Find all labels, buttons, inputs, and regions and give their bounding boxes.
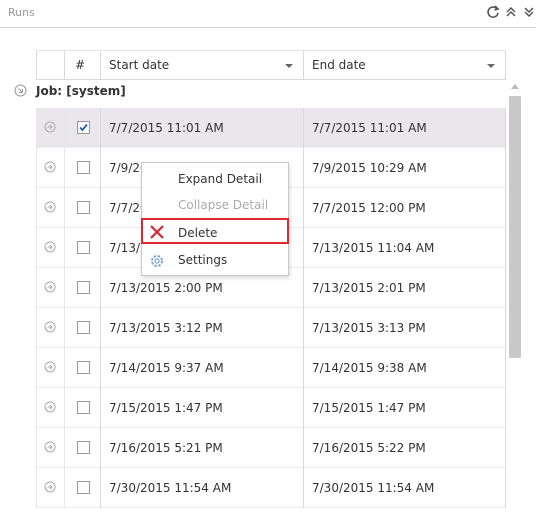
table-row[interactable]: 7/15/2015 1:47 PM 7/15/2015 1:47 PM	[36, 388, 506, 428]
row-expand-icon[interactable]	[44, 161, 56, 173]
menu-item-label: Expand Detail	[178, 172, 263, 186]
group-label: Job: [system]	[36, 84, 126, 98]
row-expand-cell[interactable]	[36, 388, 64, 428]
table-row[interactable]: 7/7/2015 11:01 AM 7/7/2015 11:01 AM	[36, 108, 506, 148]
refresh-icon[interactable]	[486, 5, 500, 19]
row-select-cell[interactable]	[64, 468, 100, 508]
row-select-cell[interactable]	[64, 268, 100, 308]
end-date-cell: 7/16/2015 5:22 PM	[303, 428, 506, 468]
expand-all-icon[interactable]	[522, 5, 536, 19]
row-select-cell[interactable]	[64, 308, 100, 348]
end-date-cell: 7/13/2015 3:13 PM	[303, 308, 506, 348]
group-expand-icon[interactable]	[14, 84, 27, 100]
menu-item-settings[interactable]: Settings	[142, 247, 288, 273]
row-expand-icon[interactable]	[44, 401, 56, 413]
row-expand-icon[interactable]	[44, 201, 56, 213]
row-expand-cell[interactable]	[36, 348, 64, 388]
row-expand-cell[interactable]	[36, 268, 64, 308]
end-date-cell: 7/13/2015 11:04 AM	[303, 228, 506, 268]
end-date-cell: 7/7/2015 11:01 AM	[303, 108, 506, 148]
row-checkbox[interactable]	[77, 401, 90, 414]
start-date-cell: 7/7/2015 11:01 AM	[100, 108, 303, 148]
end-date-cell: 7/9/2015 10:29 AM	[303, 148, 506, 188]
context-menu: Expand Detail Collapse Detail Delete Set…	[141, 162, 289, 276]
scroll-thumb[interactable]	[509, 96, 521, 358]
chevron-down-icon[interactable]	[285, 64, 293, 68]
row-select-cell[interactable]	[64, 428, 100, 468]
column-header-number[interactable]: #	[64, 51, 100, 80]
row-expand-icon[interactable]	[44, 281, 56, 293]
checkmark-icon	[79, 123, 88, 132]
end-date-cell: 7/7/2015 12:00 PM	[303, 188, 506, 228]
menu-item-label: Settings	[178, 253, 228, 267]
column-header-start-date[interactable]: Start date	[100, 51, 303, 80]
row-checkbox[interactable]	[77, 121, 90, 134]
row-expand-icon[interactable]	[44, 241, 56, 253]
menu-item-collapse-detail: Collapse Detail	[142, 192, 288, 218]
start-date-cell: 7/14/2015 9:37 AM	[100, 348, 303, 388]
table-row[interactable]: 7/13/2015 3:12 PM 7/13/2015 3:13 PM	[36, 308, 506, 348]
header-toolbar	[486, 5, 536, 19]
menu-item-label: Collapse Detail	[178, 198, 269, 212]
row-checkbox[interactable]	[77, 481, 90, 494]
vertical-scrollbar[interactable]	[508, 80, 522, 520]
start-date-cell: 7/13/2015 3:12 PM	[100, 308, 303, 348]
row-expand-cell[interactable]	[36, 148, 64, 188]
row-expand-icon[interactable]	[44, 481, 56, 493]
panel-header: Runs	[0, 0, 536, 28]
row-expand-cell[interactable]	[36, 188, 64, 228]
expand-column-header	[36, 51, 64, 80]
chevron-down-icon[interactable]	[487, 64, 495, 68]
row-select-cell[interactable]	[64, 108, 100, 148]
collapse-all-icon[interactable]	[504, 5, 518, 19]
row-expand-icon[interactable]	[44, 441, 56, 453]
row-expand-icon[interactable]	[44, 121, 56, 133]
row-select-cell[interactable]	[64, 228, 100, 268]
row-select-cell[interactable]	[64, 348, 100, 388]
start-date-cell: 7/15/2015 1:47 PM	[100, 388, 303, 428]
table-row[interactable]: 7/30/2015 11:54 AM 7/30/2015 11:54 AM	[36, 468, 506, 508]
end-date-cell: 7/30/2015 11:54 AM	[303, 468, 506, 508]
row-checkbox[interactable]	[77, 321, 90, 334]
column-header-end-date[interactable]: End date	[303, 51, 506, 80]
start-date-cell: 7/16/2015 5:21 PM	[100, 428, 303, 468]
row-checkbox[interactable]	[77, 201, 90, 214]
end-date-cell: 7/14/2015 9:38 AM	[303, 348, 506, 388]
delete-x-icon	[149, 223, 165, 239]
column-header-end-date-label: End date	[312, 58, 366, 72]
group-row[interactable]: Job: [system]	[0, 80, 506, 104]
end-date-cell: 7/13/2015 2:01 PM	[303, 268, 506, 308]
gear-icon	[149, 252, 165, 268]
table-row[interactable]: 7/14/2015 9:37 AM 7/14/2015 9:38 AM	[36, 348, 506, 388]
row-checkbox[interactable]	[77, 441, 90, 454]
row-checkbox[interactable]	[77, 361, 90, 374]
row-expand-cell[interactable]	[36, 108, 64, 148]
row-expand-icon[interactable]	[44, 321, 56, 333]
column-header: # Start date End date	[36, 50, 506, 80]
panel-title: Runs	[8, 6, 35, 19]
menu-item-label: Delete	[178, 226, 218, 240]
row-checkbox[interactable]	[77, 161, 90, 174]
row-select-cell[interactable]	[64, 188, 100, 228]
row-checkbox[interactable]	[77, 241, 90, 254]
start-date-cell: 7/30/2015 11:54 AM	[100, 468, 303, 508]
table-row[interactable]: 7/16/2015 5:21 PM 7/16/2015 5:22 PM	[36, 428, 506, 468]
row-expand-icon[interactable]	[44, 361, 56, 373]
row-select-cell[interactable]	[64, 148, 100, 188]
end-date-cell: 7/15/2015 1:47 PM	[303, 388, 506, 428]
row-expand-cell[interactable]	[36, 428, 64, 468]
menu-item-delete[interactable]: Delete	[141, 218, 289, 244]
row-expand-cell[interactable]	[36, 468, 64, 508]
row-checkbox[interactable]	[77, 281, 90, 294]
runs-grid: # Start date End date Job: [system] 7/7/…	[0, 50, 536, 520]
row-select-cell[interactable]	[64, 388, 100, 428]
row-expand-cell[interactable]	[36, 228, 64, 268]
column-header-start-date-label: Start date	[109, 58, 170, 72]
menu-item-expand-detail[interactable]: Expand Detail	[142, 166, 288, 192]
row-expand-cell[interactable]	[36, 308, 64, 348]
scroll-up-icon[interactable]	[511, 84, 519, 89]
